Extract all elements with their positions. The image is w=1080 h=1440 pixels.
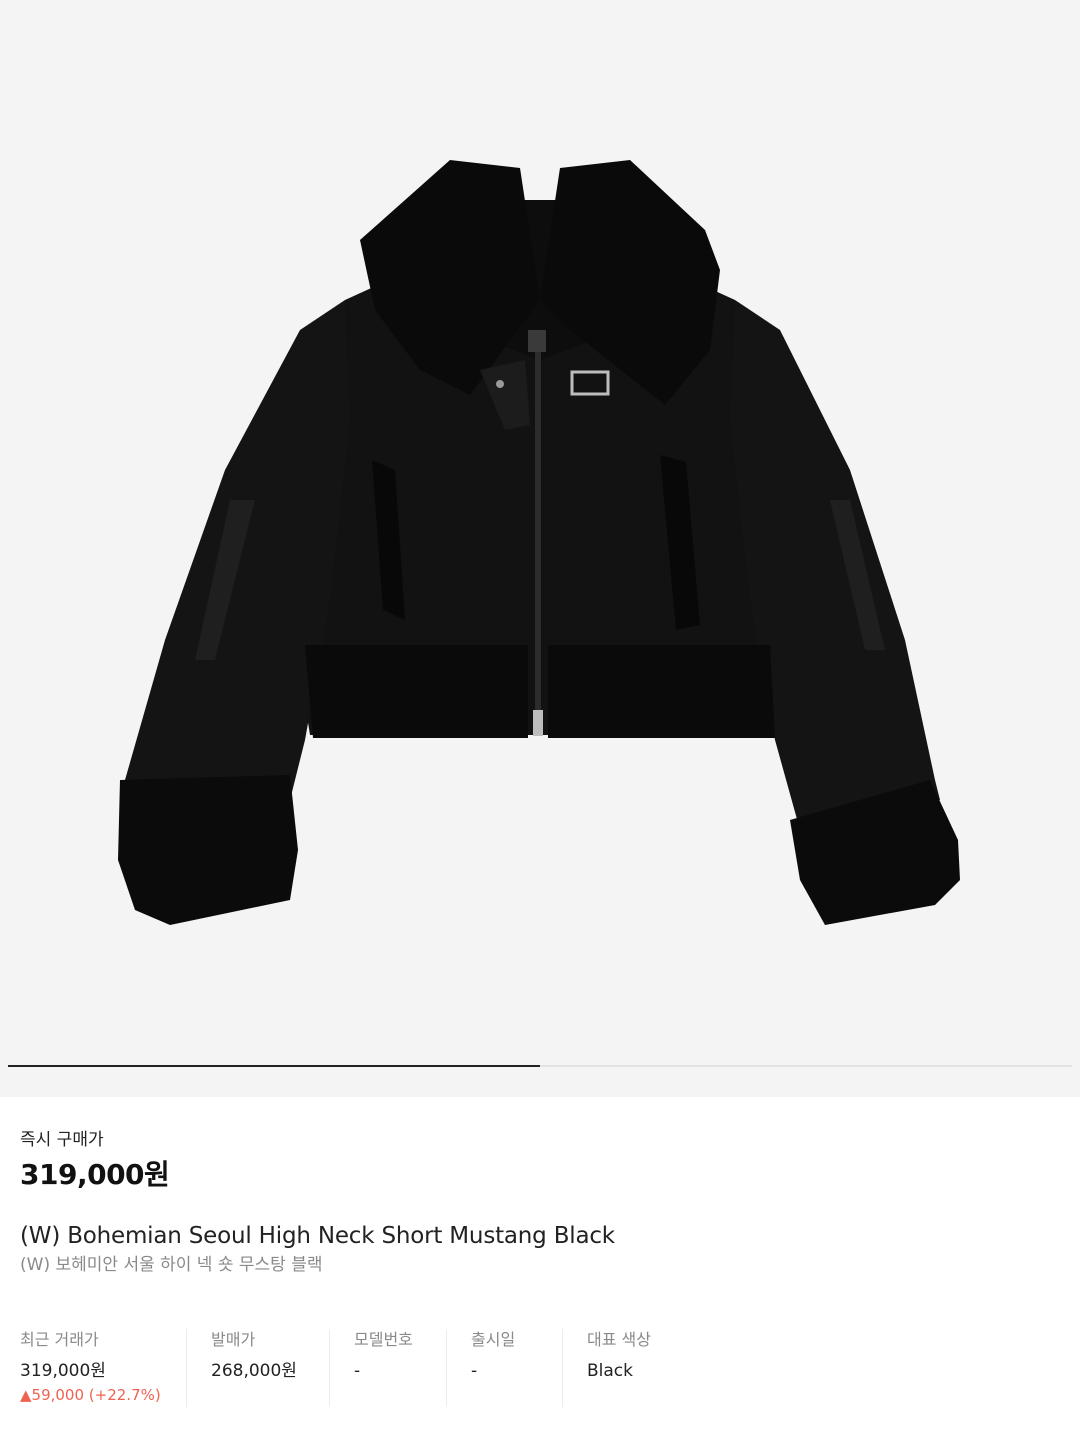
spec-label: 모델번호: [354, 1330, 413, 1349]
product-gallery[interactable]: [0, 0, 1080, 1097]
spec-label: 대표 색상: [587, 1330, 651, 1349]
product-specs: 최근 거래가 319,000원 ▲59,000 (+22.7%) 발매가 268…: [0, 1329, 1080, 1407]
spec-value: -: [354, 1361, 361, 1381]
spec-value: Black: [587, 1361, 633, 1381]
spec-value: 319,000원: [20, 1361, 106, 1381]
spec-color: 대표 색상 Black: [562, 1329, 712, 1407]
product-info: 즉시 구매가 319,000원 (W) Bohemian Seoul High …: [0, 1129, 1080, 1277]
spec-label: 출시일: [471, 1330, 516, 1349]
spec-model-number: 모델번호 -: [329, 1329, 446, 1407]
product-image[interactable]: [0, 0, 1080, 1064]
spec-value: -: [471, 1361, 478, 1381]
image-progress-track: [8, 1065, 1072, 1067]
buy-price-label: 즉시 구매가: [20, 1130, 104, 1150]
spec-recent-price[interactable]: 최근 거래가 319,000원 ▲59,000 (+22.7%): [20, 1329, 186, 1407]
product-name-en: (W) Bohemian Seoul High Neck Short Musta…: [20, 1223, 615, 1249]
buy-price: 319,000원: [20, 1158, 170, 1191]
product-name-ko: (W) 보헤미안 서울 하이 넥 숏 무스탕 블랙: [20, 1255, 323, 1275]
spec-release-price: 발매가 268,000원: [186, 1329, 329, 1407]
image-progress-fill: [8, 1065, 540, 1067]
spec-value: 268,000원: [211, 1361, 297, 1381]
spec-label: 최근 거래가: [20, 1330, 99, 1349]
spec-label: 발매가: [211, 1330, 256, 1349]
price-change: ▲59,000 (+22.7%): [20, 1386, 161, 1404]
spec-release-date: 출시일 -: [446, 1329, 562, 1407]
